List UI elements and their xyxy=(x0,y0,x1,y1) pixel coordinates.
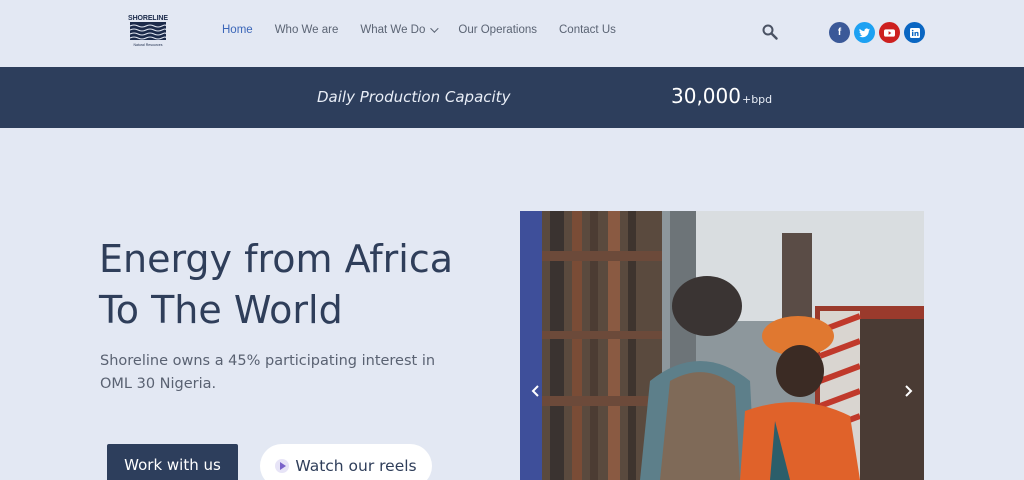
nav-item-what-we-do[interactable]: What We Do xyxy=(360,24,440,36)
nav-label: Home xyxy=(222,24,253,36)
hero-title-line2: To The World xyxy=(99,288,343,332)
logo-waves-icon xyxy=(129,22,167,40)
slider-prev-icon[interactable] xyxy=(530,385,542,397)
play-icon xyxy=(275,459,290,473)
site-header: SHORELINE Natural Resources Home Who We … xyxy=(0,0,1024,66)
work-with-us-label: Work with us xyxy=(124,456,221,474)
oil-rig-workers-photo xyxy=(520,211,924,480)
nav-label: Contact Us xyxy=(559,24,616,36)
nav-label: What We Do xyxy=(360,24,426,36)
nav-label: Who We are xyxy=(274,24,339,36)
youtube-icon[interactable] xyxy=(879,22,900,43)
nav-item-our-operations[interactable]: Our Operations xyxy=(458,24,537,36)
main-nav: Home Who We are What We Do Our Operation… xyxy=(222,24,638,36)
slider-next-icon[interactable] xyxy=(902,385,914,397)
production-banner: Daily Production Capacity 30,000+bpd xyxy=(0,67,1024,128)
banner-value-wrap: 30,000+bpd xyxy=(671,84,772,108)
social-links: f xyxy=(829,22,925,43)
hero-title: Energy from Africa To The World xyxy=(99,234,499,336)
watch-reels-button[interactable]: Watch our reels xyxy=(260,444,432,480)
twitter-icon[interactable] xyxy=(854,22,875,43)
watch-reels-label: Watch our reels xyxy=(295,457,417,475)
chevron-down-icon xyxy=(430,24,440,33)
linkedin-icon[interactable] xyxy=(904,22,925,43)
shoreline-logo[interactable]: SHORELINE Natural Resources xyxy=(128,15,168,53)
banner-label: Daily Production Capacity xyxy=(317,88,511,106)
nav-item-who-we-are[interactable]: Who We are xyxy=(275,24,339,36)
nav-item-contact-us[interactable]: Contact Us xyxy=(559,24,616,36)
search-icon[interactable] xyxy=(762,24,778,40)
hero-image-slider[interactable] xyxy=(520,211,924,480)
work-with-us-button[interactable]: Work with us xyxy=(107,444,238,480)
banner-unit: +bpd xyxy=(741,93,773,106)
nav-label: Our Operations xyxy=(458,24,537,36)
logo-sub: Natural Resources xyxy=(133,43,163,47)
facebook-icon[interactable]: f xyxy=(829,22,850,43)
nav-item-home[interactable]: Home xyxy=(222,24,253,36)
banner-value: 30,000 xyxy=(671,84,741,108)
hero-title-line1: Energy from Africa xyxy=(99,237,454,281)
hero-subtitle: Shoreline owns a 45% participating inter… xyxy=(100,353,436,392)
logo-name: SHORELINE xyxy=(128,15,168,22)
